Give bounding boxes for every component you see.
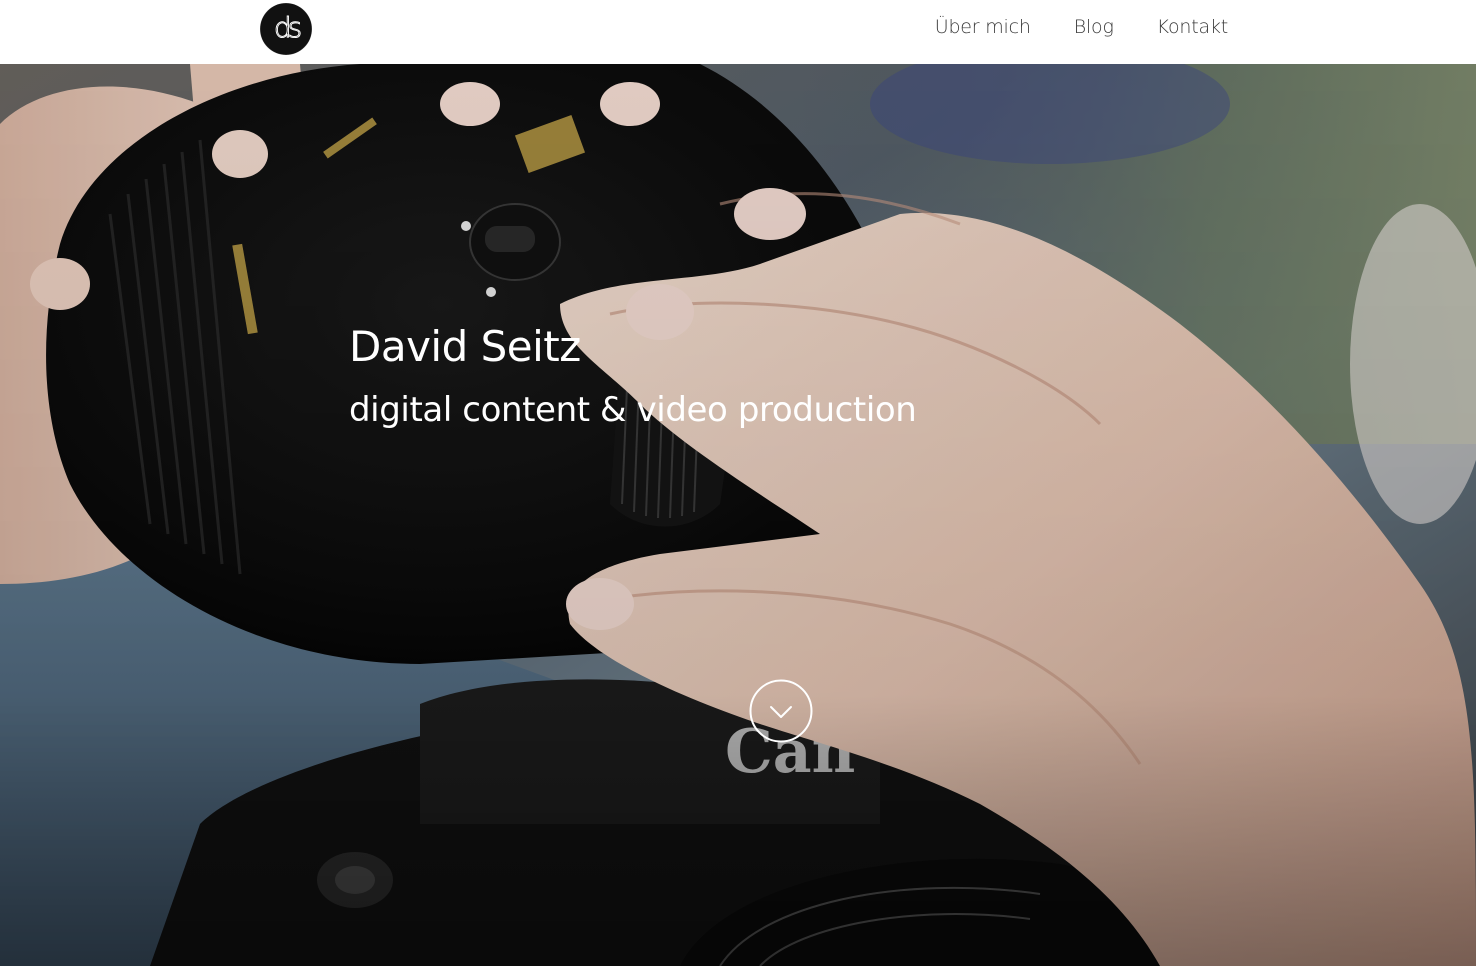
page: ds Über mich Blog Kontakt David Seitz di… — [0, 0, 1476, 966]
nav-link-blog[interactable]: Blog — [1074, 16, 1114, 38]
hero-section: Can David Seitz — [0, 64, 1476, 966]
hero-title: David Seitz — [349, 322, 581, 371]
nav-link-kontakt[interactable]: Kontakt — [1157, 16, 1229, 38]
scroll-down-button[interactable] — [749, 679, 813, 743]
logo[interactable]: ds — [259, 2, 313, 56]
site-header: ds Über mich Blog Kontakt — [0, 0, 1476, 64]
hero-background-image: Can — [0, 64, 1476, 966]
chevron-down-icon — [770, 706, 792, 718]
logo-text: ds — [274, 11, 301, 44]
main-nav: Über mich Blog Kontakt — [892, 0, 1228, 54]
nav-link-ueber-mich[interactable]: Über mich — [935, 16, 1031, 38]
hero-subtitle: digital content & video production — [349, 390, 917, 430]
